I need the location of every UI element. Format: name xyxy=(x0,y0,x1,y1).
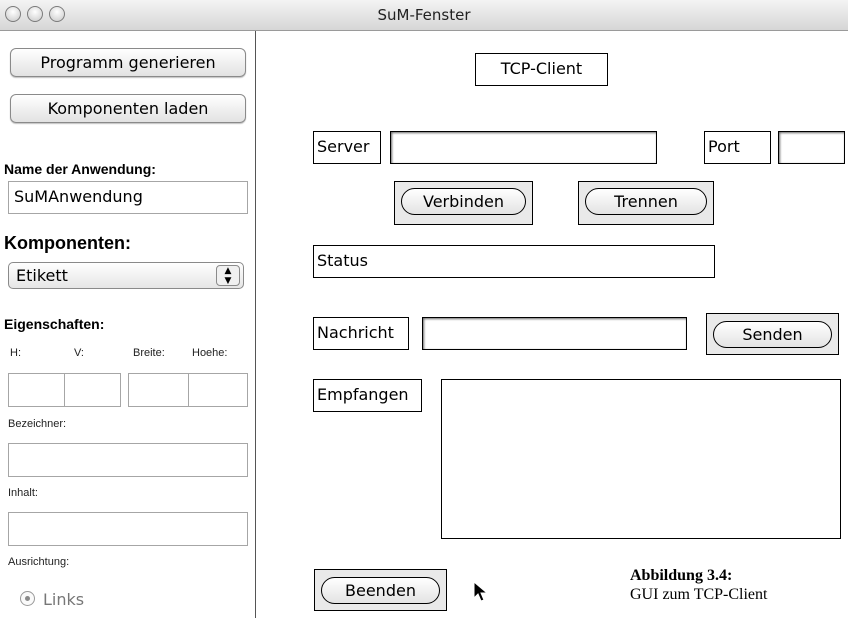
status-display: Status xyxy=(313,245,715,278)
client-title-label: TCP-Client xyxy=(475,53,608,86)
port-field[interactable] xyxy=(778,131,845,164)
components-label: Komponenten: xyxy=(4,233,131,253)
message-label: Nachricht xyxy=(313,317,409,350)
received-textarea[interactable] xyxy=(441,379,841,539)
app-name-label: Name der Anwendung: xyxy=(4,161,156,177)
bezeichner-label: Bezeichner: xyxy=(8,418,67,430)
connect-button[interactable]: Verbinden xyxy=(401,188,526,215)
v-field[interactable] xyxy=(64,373,121,407)
figure-caption-text: GUI zum TCP-Client xyxy=(630,586,768,603)
mouse-cursor-icon xyxy=(473,581,489,602)
breite-field[interactable] xyxy=(128,373,189,407)
select-arrows-icon: ▲ ▼ xyxy=(216,265,240,286)
send-button[interactable]: Senden xyxy=(713,321,832,348)
hoehe-field[interactable] xyxy=(188,373,248,407)
col-hoehe-label: Hoehe: xyxy=(192,347,228,359)
quit-button[interactable]: Beenden xyxy=(321,577,440,604)
send-button-frame: Senden xyxy=(706,313,839,355)
generate-program-button[interactable]: Programm generieren xyxy=(10,48,246,77)
col-h-label: H: xyxy=(10,347,21,359)
connect-button-frame: Verbinden xyxy=(394,181,533,225)
figure-caption-title: Abbildung 3.4: xyxy=(630,567,733,584)
col-breite-label: Breite: xyxy=(133,347,165,359)
server-field[interactable] xyxy=(390,131,657,164)
h-field[interactable] xyxy=(8,373,65,407)
col-v-label: V: xyxy=(74,347,84,359)
message-field[interactable] xyxy=(422,317,687,350)
radio-links[interactable] xyxy=(20,591,35,606)
inhalt-label: Inhalt: xyxy=(8,487,38,499)
window-title: SuM-Fenster xyxy=(377,6,471,24)
properties-label: Eigenschaften: xyxy=(4,316,105,332)
port-label: Port xyxy=(704,131,771,164)
window-titlebar: SuM-Fenster xyxy=(0,0,848,31)
component-select[interactable]: Etikett ▲ ▼ xyxy=(8,262,244,289)
bezeichner-field[interactable] xyxy=(8,443,248,477)
server-label: Server xyxy=(313,131,381,164)
ausrichtung-label: Ausrichtung: xyxy=(8,556,70,568)
received-label: Empfangen xyxy=(313,379,422,412)
load-components-button[interactable]: Komponenten laden xyxy=(10,94,246,123)
disconnect-button-frame: Trennen xyxy=(578,181,714,225)
radio-dot-icon xyxy=(25,596,30,601)
app-name-field[interactable]: SuMAnwendung xyxy=(8,181,248,214)
inhalt-field[interactable] xyxy=(8,512,248,546)
radio-links-label: Links xyxy=(43,590,85,609)
component-select-value: Etikett xyxy=(16,266,68,285)
disconnect-button[interactable]: Trennen xyxy=(585,188,707,215)
quit-button-frame: Beenden xyxy=(314,569,447,611)
